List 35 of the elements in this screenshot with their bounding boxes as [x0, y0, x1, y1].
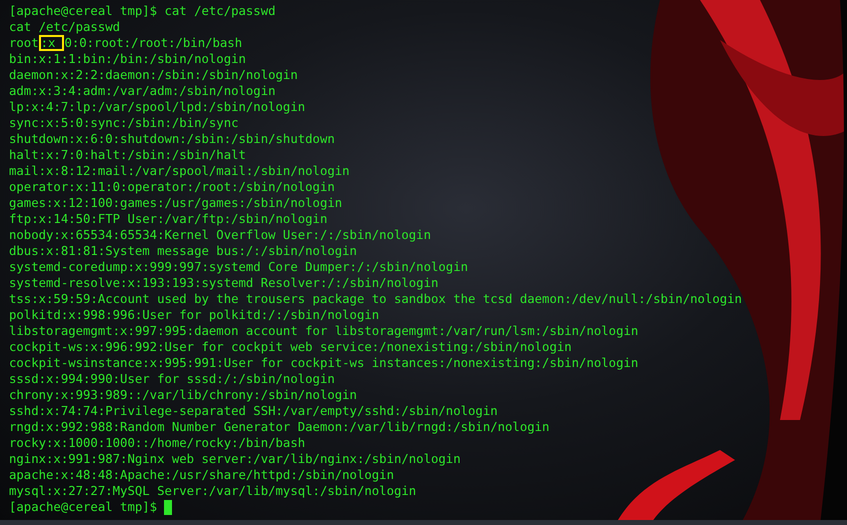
terminal-text: daemon:x:2:2:daemon:/sbin:/sbin/nologin [9, 67, 298, 83]
terminal-text: mysql:x:27:27:MySQL Server:/var/lib/mysql:/sbin/nologin [9, 483, 416, 499]
terminal-text: cat /etc/passwd [9, 19, 120, 35]
cursor-icon [164, 500, 172, 514]
terminal-text: mail:x:8:12:mail:/var/spool/mail:/sbin/nologin [9, 163, 350, 179]
terminal-text: halt:x:7:0:halt:/sbin:/sbin/halt [9, 147, 246, 163]
terminal-text: polkitd:x:998:996:User for polkitd:/:/sbin/nologin [9, 307, 380, 323]
terminal-text: adm:x:3:4:adm:/var/adm:/sbin/nologin [9, 83, 276, 99]
terminal-text: sync:x:5:0:sync:/sbin:/bin/sync [9, 115, 239, 131]
terminal-text: root [9, 35, 39, 51]
terminal-text: nginx:x:991:987:Nginx web server:/var/lib/nginx:/sbin/nologin [9, 451, 461, 467]
terminal-text: operator:x:11:0:operator:/root:/sbin/nologin [9, 179, 335, 195]
terminal-text: cockpit-ws:x:996:992:User for cockpit web service:/nonexisting:/sbin/nologin [9, 339, 572, 355]
terminal-text: games:x:12:100:games:/usr/games:/sbin/nologin [9, 195, 342, 211]
terminal-text: dbus:x:81:81:System message bus:/:/sbin/nologin [9, 243, 357, 259]
terminal-text: apache:x:48:48:Apache:/usr/share/httpd:/sbin/nologin [9, 467, 394, 483]
highlighted-text: :x [38, 35, 64, 51]
terminal-text: bin:x:1:1:bin:/bin:/sbin/nologin [9, 51, 246, 67]
terminal-text: ftp:x:14:50:FTP User:/var/ftp:/sbin/nologin [9, 211, 328, 227]
terminal-text: chrony:x:993:989::/var/lib/chrony:/sbin/nologin [9, 387, 357, 403]
terminal-text: [apache@cereal tmp]$ cat /etc/passwd [9, 3, 276, 19]
terminal-text: libstoragemgmt:x:997:995:daemon account for libstoragemgmt:/var/run/lsm:/sbin/nologin [9, 323, 638, 339]
terminal-text: systemd-coredump:x:999:997:systemd Core Dumper:/:/sbin/nologin [9, 259, 468, 275]
terminal-text: systemd-resolve:x:193:193:systemd Resolver:/:/sbin/nologin [9, 275, 438, 291]
terminal-text: sshd:x:74:74:Privilege-separated SSH:/var/empty/sshd:/sbin/nologin [9, 403, 498, 419]
terminal-text: tss:x:59:59:Account used by the trousers package to sandbox the tcsd daemon:/dev/null:/sbin/nologin [9, 291, 742, 307]
terminal-text: shutdown:x:6:0:shutdown:/sbin:/sbin/shutdown [9, 131, 335, 147]
terminal-text: sssd:x:994:990:User for sssd:/:/sbin/nologin [9, 371, 335, 387]
terminal-text: rocky:x:1000:1000::/home/rocky:/bin/bash [9, 435, 306, 451]
terminal-text: nobody:x:65534:65534:Kernel Overflow User:/:/sbin/nologin [9, 227, 431, 243]
terminal-text: 0:0:root:/root:/bin/bash [64, 35, 242, 51]
terminal-text: rngd:x:992:988:Random Number Generator Daemon:/var/lib/rngd:/sbin/nologin [9, 419, 550, 435]
terminal-text: cockpit-wsinstance:x:995:991:User for cockpit-ws instances:/nonexisting:/sbin/nologin [9, 355, 638, 371]
prompt-text: [apache@cereal tmp]$ [9, 499, 158, 515]
terminal-text: lp:x:4:7:lp:/var/spool/lpd:/sbin/nologin [9, 99, 306, 115]
